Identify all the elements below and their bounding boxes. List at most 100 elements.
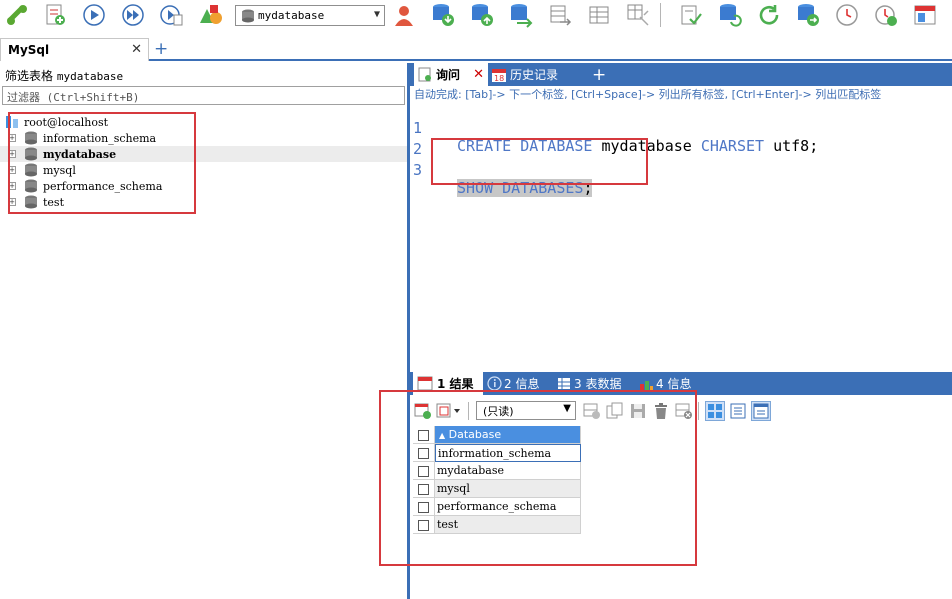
svg-text:18: 18 — [494, 74, 504, 83]
clock-icon[interactable] — [834, 2, 860, 28]
table-row[interactable]: information_schema — [413, 444, 581, 462]
expand-icon[interactable]: + — [8, 150, 16, 158]
server-icon — [6, 116, 18, 128]
database-select[interactable]: mydatabase ▼ — [235, 5, 385, 26]
execute-icon[interactable] — [81, 2, 107, 28]
expand-icon[interactable]: + — [8, 166, 16, 174]
form-view-icon[interactable] — [728, 401, 748, 421]
execute-file-icon[interactable] — [159, 2, 185, 28]
select-all-checkbox[interactable] — [413, 426, 435, 444]
chart-icon — [640, 381, 653, 390]
tab-info[interactable]: 2 信息 — [486, 372, 539, 395]
refresh-db-icon[interactable] — [717, 2, 743, 28]
grid-header-row: ▲ Database — [413, 426, 581, 444]
close-icon[interactable]: ✕ — [473, 67, 484, 82]
code-line-1[interactable]: 1 CREATE DATABASE mydatabase CHARSET utf… — [410, 101, 950, 155]
expand-icon[interactable]: + — [8, 182, 16, 190]
expand-icon[interactable]: + — [8, 134, 16, 142]
add-connection-icon[interactable]: + — [154, 39, 168, 59]
toolbar-separator — [468, 402, 469, 420]
duplicate-row-icon[interactable] — [605, 401, 625, 421]
text-view-icon[interactable] — [751, 401, 771, 421]
row-checkbox[interactable] — [413, 444, 435, 462]
restore-icon[interactable] — [469, 2, 495, 28]
query-tab-bar: 询问 ✕ 18 历史记录 + — [410, 63, 952, 86]
tree-item-label: information_schema — [43, 131, 157, 145]
code-line-3[interactable]: 3 SHOW DATABASES; — [410, 143, 950, 197]
grid-view-icon[interactable] — [705, 401, 725, 421]
table-cell[interactable]: information_schema — [435, 444, 581, 462]
scheduler-icon[interactable] — [873, 2, 899, 28]
close-icon[interactable]: ✕ — [131, 42, 142, 57]
tree-item-mydatabase[interactable]: + mydatabase — [0, 146, 407, 162]
filter-input[interactable]: 过滤器 (Ctrl+Shift+B) — [2, 86, 405, 105]
tab-result[interactable]: 1 结果 — [413, 372, 483, 395]
refresh-icon[interactable] — [756, 2, 782, 28]
add-tab-icon[interactable]: + — [592, 63, 606, 86]
table-cell[interactable]: test — [435, 516, 581, 534]
expand-icon[interactable]: + — [8, 198, 16, 206]
result-tab-bar: 1 结果 2 信息 3 表数据 4 信息 — [410, 372, 952, 395]
tree-root-label: root@localhost — [24, 115, 109, 129]
tab-table-data-label: 3 表数据 — [574, 377, 622, 391]
row-checkbox[interactable] — [413, 480, 435, 498]
filter-title-prefix: 筛选表格 — [5, 69, 54, 83]
tab-query[interactable]: 询问 ✕ — [414, 63, 488, 86]
table-icon — [558, 378, 570, 389]
code-line-2[interactable]: 2 — [410, 122, 950, 158]
column-header-label: Database — [448, 428, 502, 441]
table-cell[interactable]: performance_schema — [435, 498, 581, 516]
info-icon — [487, 376, 502, 391]
export-result-icon[interactable] — [413, 401, 433, 421]
tab-history[interactable]: 18 历史记录 — [490, 63, 570, 86]
shapes-icon[interactable] — [198, 2, 224, 28]
new-query-icon[interactable] — [42, 2, 68, 28]
delete-icon[interactable] — [651, 401, 671, 421]
add-row-icon[interactable] — [582, 401, 602, 421]
user-icon[interactable] — [391, 2, 417, 28]
database-icon — [25, 147, 37, 161]
copy-result-dropdown[interactable] — [436, 401, 462, 421]
object-browser: 筛选表格 mydatabase 过滤器 (Ctrl+Shift+B) root@… — [0, 63, 407, 599]
schema-designer-icon[interactable] — [625, 2, 651, 28]
calendar-icon: 18 — [492, 69, 506, 83]
row-checkbox[interactable] — [413, 498, 435, 516]
column-header-database[interactable]: ▲ Database — [435, 426, 581, 444]
tab-info-4[interactable]: 4 信息 — [638, 372, 691, 395]
table-cell[interactable]: mysql — [435, 480, 581, 498]
database-select-value: mydatabase — [258, 9, 325, 22]
toolbar-separator — [660, 3, 661, 27]
backup-icon[interactable] — [430, 2, 456, 28]
table-row[interactable]: mydatabase — [413, 462, 581, 480]
connect-icon[interactable] — [4, 2, 30, 28]
save-icon[interactable] — [628, 401, 648, 421]
cancel-changes-icon[interactable] — [674, 401, 694, 421]
table-row[interactable]: performance_schema — [413, 498, 581, 516]
table-row[interactable]: test — [413, 516, 581, 534]
result-mode-select[interactable]: (只读) ▼ — [476, 401, 576, 420]
import-table-icon[interactable] — [586, 2, 612, 28]
tree-item-label: mysql — [43, 163, 76, 177]
db-export-icon[interactable] — [795, 2, 821, 28]
tab-result-label: 1 结果 — [437, 377, 474, 391]
tab-table-data[interactable]: 3 表数据 — [556, 372, 621, 395]
window-icon[interactable] — [912, 2, 938, 28]
database-icon — [25, 195, 37, 209]
sync-icon[interactable] — [508, 2, 534, 28]
tab-query-label: 询问 — [436, 68, 461, 82]
execute-all-icon[interactable] — [120, 2, 146, 28]
row-checkbox[interactable] — [413, 462, 435, 480]
connection-tab[interactable]: MySql ✕ — [0, 38, 149, 61]
table-cell[interactable]: mydatabase — [435, 462, 581, 480]
result-toolbar: (只读) ▼ — [410, 397, 952, 425]
row-checkbox[interactable] — [413, 516, 435, 534]
database-icon — [25, 179, 37, 193]
check-icon[interactable] — [678, 2, 704, 28]
table-row[interactable]: mysql — [413, 480, 581, 498]
toolbar-separator — [698, 402, 699, 420]
export-icon[interactable] — [547, 2, 573, 28]
tab-info-4-label: 4 信息 — [656, 377, 692, 391]
database-icon — [25, 131, 37, 145]
chevron-down-icon: ▼ — [373, 9, 380, 20]
tab-info-label: 2 信息 — [504, 377, 540, 391]
